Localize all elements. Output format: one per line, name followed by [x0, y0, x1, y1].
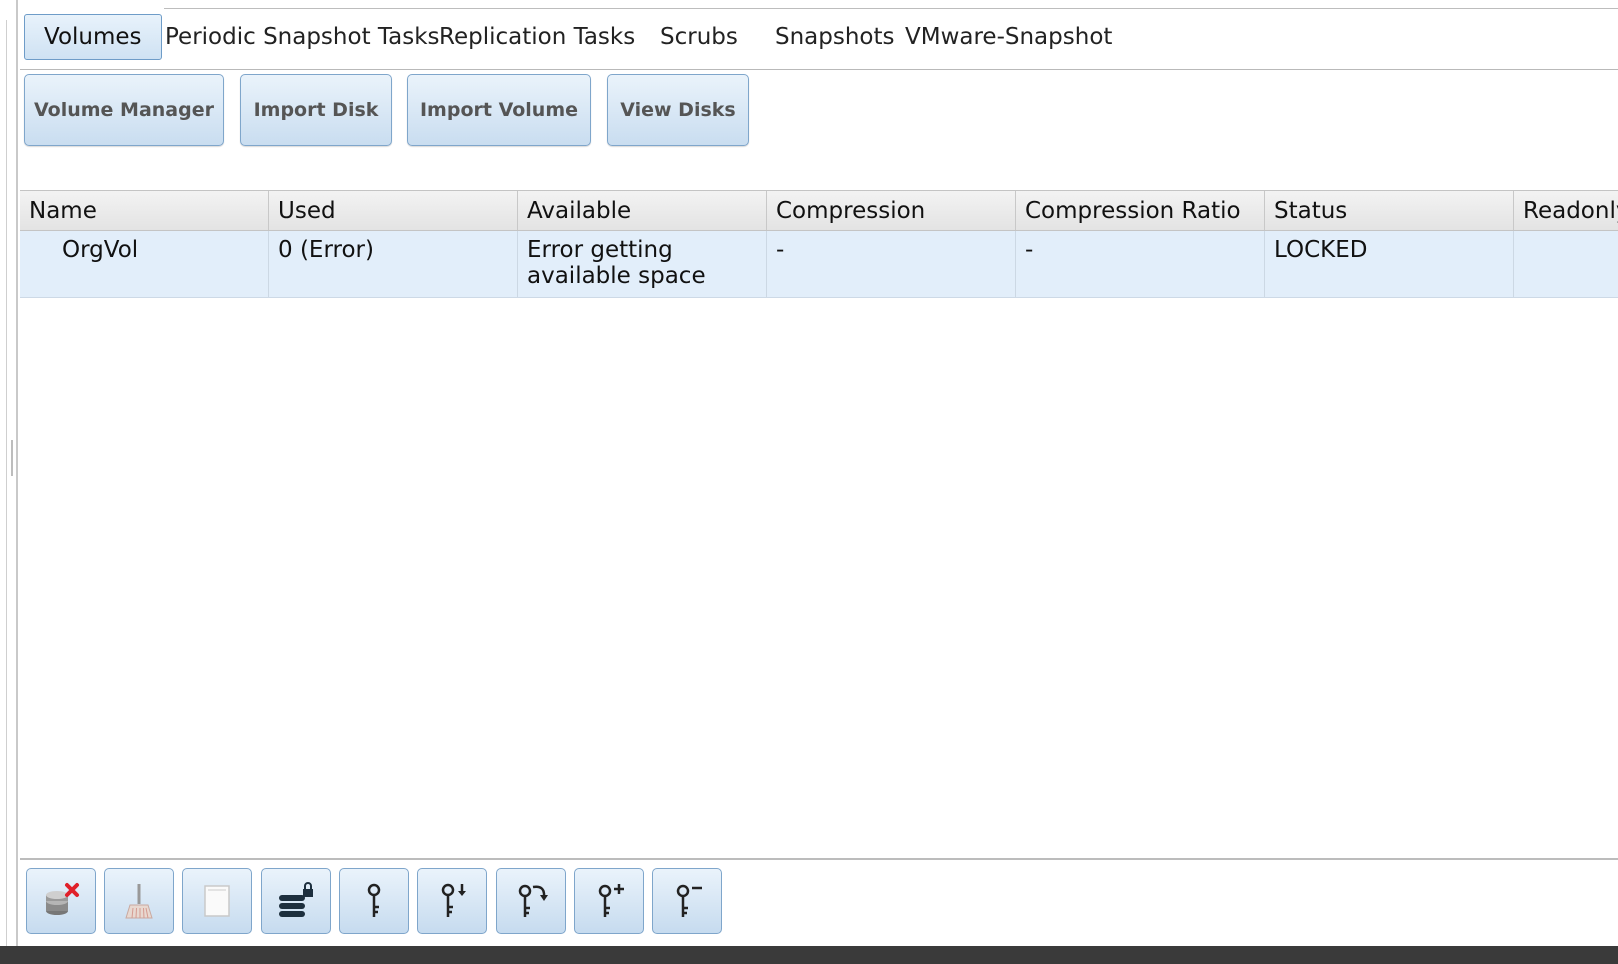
scrub-volume-button[interactable]: [104, 868, 174, 934]
column-header-readonly[interactable]: Readonly: [1514, 191, 1618, 230]
volume-toolbar: [20, 862, 1618, 944]
column-header-name[interactable]: Name: [20, 191, 269, 230]
column-header-status[interactable]: Status: [1265, 191, 1514, 230]
download-key-button[interactable]: [417, 868, 487, 934]
remove-recovery-key-button[interactable]: [652, 868, 722, 934]
tab-vmware-snapshot[interactable]: VMware-Snapshot: [905, 14, 1112, 60]
create-passphrase-button[interactable]: [339, 868, 409, 934]
scrub-icon: [125, 884, 153, 919]
column-header-compression[interactable]: Compression: [767, 191, 1016, 230]
splitter-handle[interactable]: [11, 440, 13, 476]
cell-compression-ratio: -: [1016, 231, 1265, 297]
cell-compression: -: [767, 231, 1016, 297]
cell-status: LOCKED: [1265, 231, 1514, 297]
tab-scrubs[interactable]: Scrubs: [660, 14, 738, 60]
import-volume-button[interactable]: Import Volume: [407, 74, 591, 146]
tab-replication-tasks[interactable]: Replication Tasks: [439, 14, 635, 60]
unlock-icon: [279, 882, 313, 917]
edit-volume-button[interactable]: [182, 868, 252, 934]
view-disks-button[interactable]: View Disks: [607, 74, 749, 146]
top-divider: [164, 0, 1618, 9]
tab-periodic-snapshot-tasks[interactable]: Periodic Snapshot Tasks: [165, 14, 440, 60]
download-key-icon: [441, 883, 466, 917]
cell-readonly: [1514, 231, 1618, 297]
change-passphrase-icon: [518, 884, 548, 917]
tab-snapshots[interactable]: Snapshots: [775, 14, 895, 60]
cell-name: OrgVol: [20, 231, 269, 297]
tab-bar: Volumes Periodic Snapshot Tasks Replicat…: [20, 14, 1618, 70]
key-icon: [367, 883, 381, 917]
remove-recovery-key-icon: [676, 884, 702, 917]
left-panel-edge: [0, 0, 18, 946]
volumes-grid: Name Used Available Compression Compress…: [20, 190, 1618, 860]
import-disk-button[interactable]: Import Disk: [240, 74, 392, 146]
table-row[interactable]: OrgVol 0 (Error) Error getting available…: [20, 231, 1618, 298]
grid-header: Name Used Available Compression Compress…: [20, 191, 1618, 231]
add-recovery-key-icon: [598, 884, 624, 917]
add-recovery-key-button[interactable]: [574, 868, 644, 934]
panel-divider: [6, 20, 7, 946]
detach-volume-button[interactable]: [26, 868, 96, 934]
column-header-used[interactable]: Used: [269, 191, 518, 230]
status-bar: [0, 946, 1618, 964]
edit-icon: [204, 885, 230, 917]
cell-available: Error getting available space: [518, 231, 767, 297]
tab-volumes[interactable]: Volumes: [24, 14, 162, 60]
cell-used: 0 (Error): [269, 231, 518, 297]
column-header-compression-ratio[interactable]: Compression Ratio: [1016, 191, 1265, 230]
volume-manager-button[interactable]: Volume Manager: [24, 74, 224, 146]
detach-volume-icon: [46, 883, 79, 915]
column-header-available[interactable]: Available: [518, 191, 767, 230]
unlock-volume-button[interactable]: [261, 868, 331, 934]
change-passphrase-button[interactable]: [496, 868, 566, 934]
